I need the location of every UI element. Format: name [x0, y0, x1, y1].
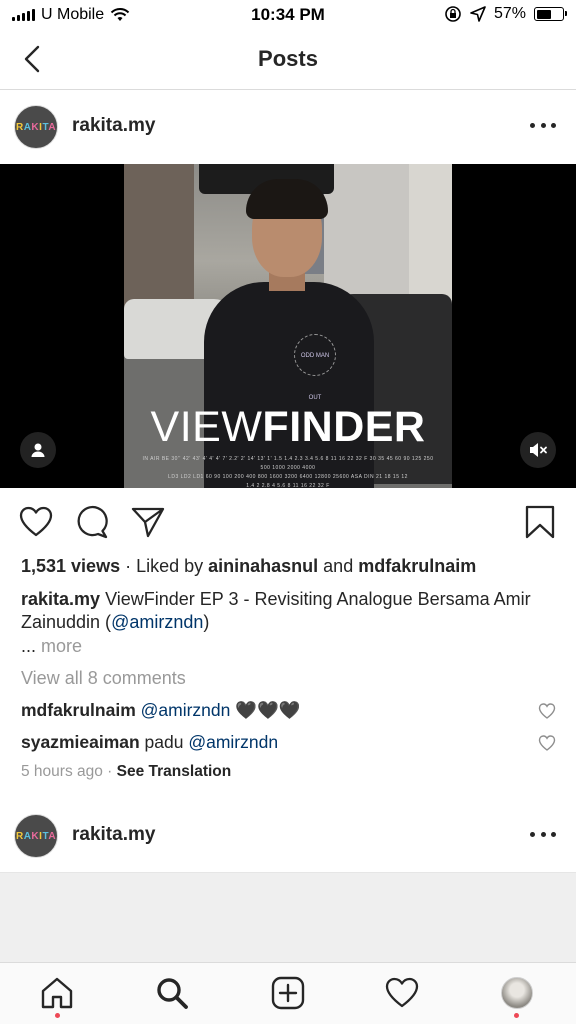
- liked-by-prefix: · Liked by: [120, 556, 209, 576]
- video-credits-line: IN AIR BE 30'' 42' 43' 4' 4' 4' 7' 2.2' …: [142, 456, 434, 471]
- caption-mention[interactable]: @amirzndn: [111, 612, 203, 632]
- share-paper-plane-icon[interactable]: [130, 504, 166, 540]
- screen-lock-icon: [445, 6, 461, 22]
- battery-icon: [534, 7, 567, 21]
- status-right-group: 57%: [444, 5, 567, 23]
- video-title-light: VIEW: [150, 403, 263, 451]
- comment-like-heart-icon[interactable]: [538, 734, 556, 752]
- status-bar: U Mobile 10:34 PM 57%: [0, 0, 576, 32]
- next-post-header: RAKITA rakita.my: [0, 799, 576, 873]
- see-translation-link[interactable]: See Translation: [117, 763, 232, 780]
- nav-bar: Posts: [0, 32, 576, 90]
- feed-loading-area: [0, 872, 576, 962]
- avatar-logo: RAKITA: [15, 830, 57, 842]
- comment: syazmieaiman padu @amirzndn: [21, 732, 521, 753]
- separator: ·: [102, 763, 117, 780]
- avatar-logo: RAKITA: [15, 121, 57, 133]
- video-title-bold: FINDER: [262, 403, 426, 451]
- comment-username[interactable]: mdfakrulnaim: [21, 700, 136, 720]
- caption-close: ): [203, 612, 210, 632]
- view-count[interactable]: 1,531 views: [21, 556, 120, 576]
- post-username[interactable]: rakita.my: [72, 824, 155, 846]
- comment-username[interactable]: syazmieaiman: [21, 732, 140, 752]
- avatar[interactable]: RAKITA: [14, 105, 58, 149]
- shirt-graphic: ODD MAN OUT: [294, 334, 336, 401]
- location-arrow-icon: [470, 6, 486, 22]
- mute-button[interactable]: [520, 432, 556, 468]
- caption-more-line: ... more: [21, 636, 556, 657]
- liked-by-user[interactable]: mdfakrulnaim: [358, 556, 476, 576]
- view-all-comments-link[interactable]: View all 8 comments: [21, 668, 556, 689]
- more-options-icon[interactable]: [530, 824, 556, 844]
- time-ago: 5 hours ago: [21, 763, 103, 780]
- speaker-muted-icon: [530, 443, 547, 457]
- person-icon: [31, 443, 45, 457]
- profile-avatar[interactable]: [501, 977, 533, 1009]
- battery-level: [536, 9, 551, 19]
- bottom-tab-bar: [0, 962, 576, 1024]
- profile-notification-dot: [514, 1013, 519, 1018]
- liked-by-and: and: [318, 556, 359, 576]
- home-notification-dot: [55, 1013, 60, 1018]
- tagged-users-button[interactable]: [20, 432, 56, 468]
- like-heart-icon[interactable]: [18, 504, 54, 540]
- home-icon[interactable]: [39, 975, 75, 1011]
- comment-text: 🖤🖤🖤: [230, 700, 301, 720]
- video-title-overlay: VIEWFINDER: [0, 406, 576, 449]
- avatar[interactable]: RAKITA: [14, 814, 58, 858]
- battery-percent: 57%: [493, 5, 526, 22]
- save-bookmark-icon[interactable]: [522, 504, 558, 540]
- page-title: Posts: [258, 46, 318, 71]
- comment-bubble-icon[interactable]: [74, 504, 110, 540]
- more-link[interactable]: more: [41, 636, 82, 656]
- liked-by-user[interactable]: aininahasnul: [208, 556, 318, 576]
- ellipsis: ...: [21, 636, 42, 656]
- post-timestamp-line: 5 hours ago · See Translation: [21, 763, 231, 781]
- post-header: RAKITA rakita.my: [0, 90, 576, 164]
- post-caption: rakita.my ViewFinder EP 3 - Revisiting A…: [21, 588, 556, 634]
- likes-summary: 1,531 views · Liked by aininahasnul and …: [21, 556, 556, 577]
- caption-username[interactable]: rakita.my: [21, 589, 100, 609]
- comment-mention[interactable]: @amirzndn: [188, 732, 278, 752]
- more-options-icon[interactable]: [530, 115, 556, 135]
- activity-heart-icon[interactable]: [384, 975, 420, 1011]
- comment-mention[interactable]: @amirzndn: [141, 700, 231, 720]
- post-actions: [0, 500, 576, 546]
- video-credits-line: LD3 LD2 LD1 60 90 100 200 400 800 1600 3…: [168, 474, 408, 480]
- search-icon[interactable]: [154, 975, 190, 1011]
- video-credits-line: 1.4 2 2.8 4 5.6 8 11 16 22 32 F: [246, 483, 330, 489]
- add-post-icon[interactable]: [270, 975, 306, 1011]
- post-username[interactable]: rakita.my: [72, 115, 155, 137]
- comment-like-heart-icon[interactable]: [538, 702, 556, 720]
- comment-text: padu: [139, 732, 189, 752]
- video-credits: IN AIR BE 30'' 42' 43' 4' 4' 4' 7' 2.2' …: [140, 455, 436, 491]
- comment: mdfakrulnaim @amirzndn 🖤🖤🖤: [21, 700, 521, 721]
